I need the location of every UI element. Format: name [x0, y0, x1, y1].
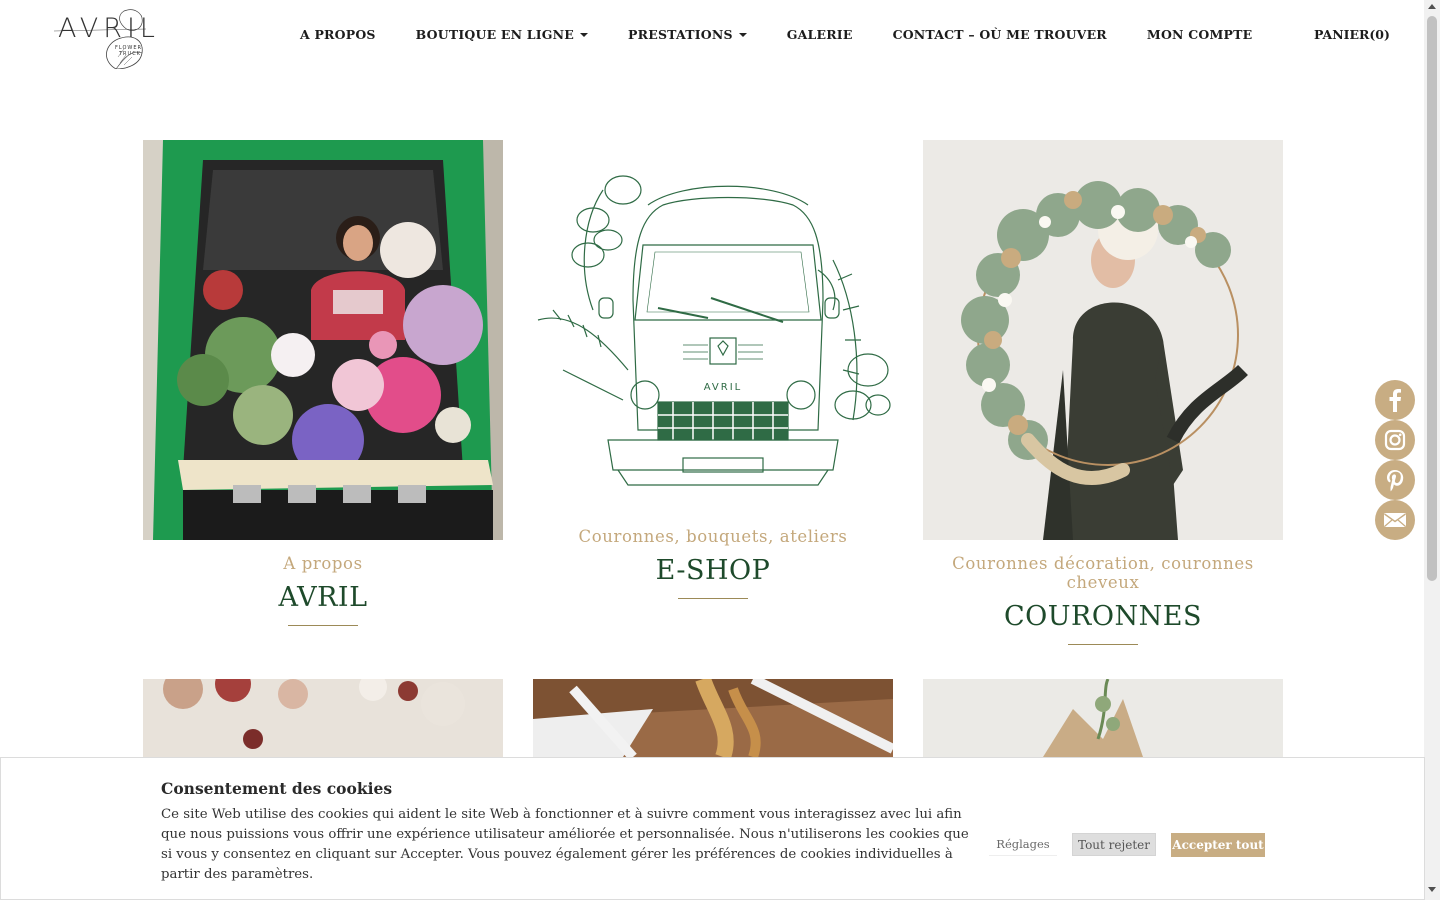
pinterest-button[interactable]	[1375, 460, 1415, 500]
mail-button[interactable]	[1375, 500, 1415, 540]
card-underline	[288, 625, 358, 626]
page-scrollbar[interactable]	[1424, 0, 1440, 900]
site-header: AVRIL FLOWER TRUCK A PROPOS BOUTIQUE EN L…	[0, 0, 1424, 72]
card-avril[interactable]: A propos AVRIL	[143, 140, 503, 626]
hanging-dried-flowers-photo[interactable]	[533, 679, 893, 757]
main-nav: A PROPOS BOUTIQUE EN LIGNE PRESTATIONS G…	[300, 27, 1292, 42]
card-eshop[interactable]: AVRIL Couronnes, bouquets, ateliers E-SH…	[533, 140, 893, 599]
site-logo[interactable]: AVRIL FLOWER TRUCK	[54, 3, 155, 69]
van-illustration[interactable]: AVRIL	[533, 140, 893, 513]
van-badge-text: AVRIL	[704, 382, 743, 393]
scroll-up-arrow-icon[interactable]	[1428, 4, 1436, 9]
scroll-thumb[interactable]	[1427, 16, 1437, 581]
nav-galerie[interactable]: GALERIE	[787, 27, 853, 42]
cart-link[interactable]: PANIER(0)	[1314, 27, 1390, 42]
card-title[interactable]: COURONNES	[923, 601, 1283, 632]
card-underline	[678, 598, 748, 599]
wreath-photo[interactable]	[923, 140, 1283, 540]
card-title[interactable]: E-SHOP	[533, 555, 893, 586]
facebook-button[interactable]	[1375, 380, 1415, 420]
nav-mon-compte[interactable]: MON COMPTE	[1147, 27, 1252, 42]
cookie-text: Ce site Web utilise des cookies qui aide…	[161, 807, 969, 882]
facebook-icon	[1389, 389, 1401, 412]
cookie-title: Consentement des cookies	[161, 779, 393, 798]
card-underline	[1068, 644, 1138, 645]
pinterest-icon	[1387, 470, 1404, 492]
nav-contact[interactable]: CONTACT – OÙ ME TROUVER	[893, 27, 1107, 42]
cookie-consent-banner: Consentement des cookies Ce site Web uti…	[0, 757, 1425, 900]
caret-down-icon	[738, 32, 747, 37]
logo-subtitle: FLOWER TRUCK	[115, 45, 142, 57]
mail-icon	[1384, 513, 1406, 527]
instagram-button[interactable]	[1375, 420, 1415, 460]
dried-flowers-photo[interactable]	[143, 679, 503, 757]
nav-boutique-en-ligne[interactable]: BOUTIQUE EN LIGNE	[416, 27, 589, 42]
instagram-icon	[1384, 429, 1406, 451]
scroll-down-arrow-icon[interactable]	[1428, 887, 1436, 892]
cookie-settings-button[interactable]: Réglages	[989, 833, 1057, 856]
card-couronnes[interactable]: Couronnes décoration, couronnes cheveux …	[923, 140, 1283, 645]
nav-a-propos[interactable]: A PROPOS	[300, 27, 376, 42]
logo-text: AVRIL	[58, 13, 160, 44]
card-title[interactable]: AVRIL	[143, 582, 503, 613]
card-subtitle: Couronnes décoration, couronnes cheveux	[952, 554, 1254, 592]
nav-prestations[interactable]: PRESTATIONS	[628, 27, 747, 42]
card-subtitle: A propos	[283, 554, 363, 573]
cookie-accept-button[interactable]: Accepter tout	[1171, 833, 1265, 857]
caret-down-icon	[580, 32, 589, 37]
cookie-reject-button[interactable]: Tout rejeter	[1072, 833, 1156, 856]
florist-van-photo[interactable]	[143, 140, 503, 540]
card-subtitle: Couronnes, bouquets, ateliers	[578, 527, 848, 546]
bouquet-photo[interactable]	[923, 679, 1283, 757]
